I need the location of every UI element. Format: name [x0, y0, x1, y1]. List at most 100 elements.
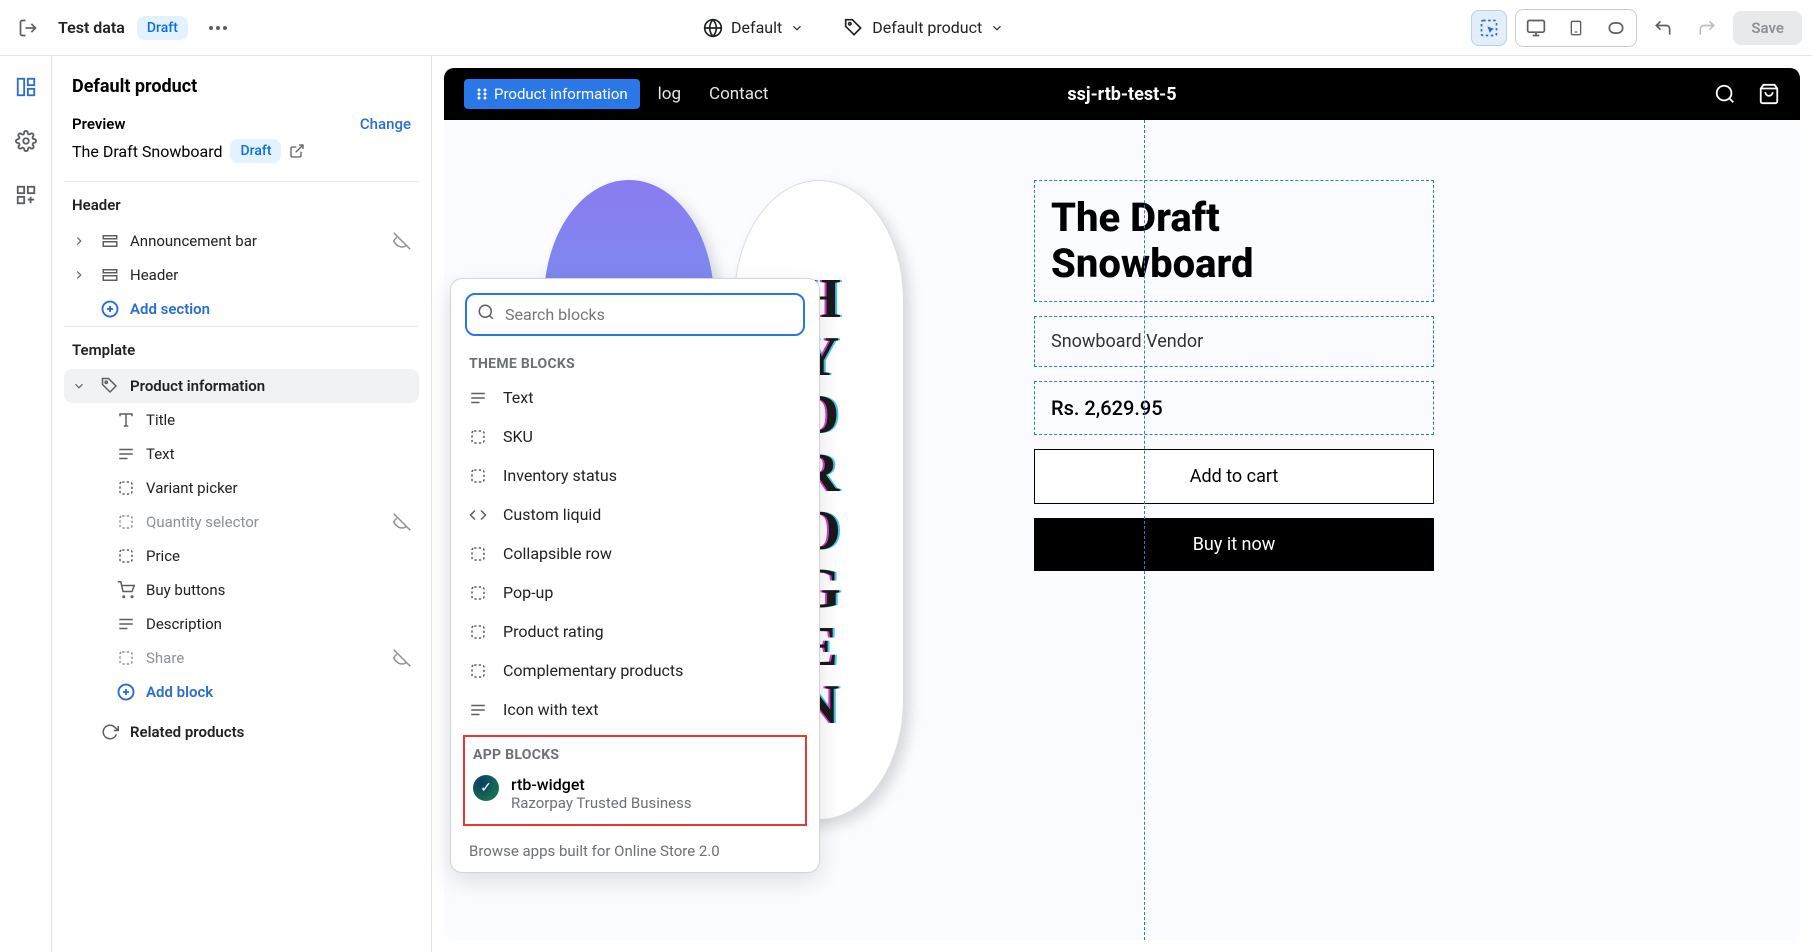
fullscreen-view-button[interactable] [1596, 10, 1636, 46]
block-option-text[interactable]: Text [451, 378, 819, 417]
left-nav-rail [0, 56, 52, 952]
preview-label: Preview [72, 115, 125, 133]
redo-button[interactable] [1689, 10, 1725, 46]
undo-button[interactable] [1645, 10, 1681, 46]
variant-block-item[interactable]: Variant picker [64, 471, 419, 505]
text-block-item[interactable]: Text [64, 437, 419, 471]
announcement-bar-item[interactable]: Announcement bar [64, 224, 419, 258]
header-item[interactable]: Header [64, 258, 419, 292]
app-blocks-header: APP BLOCKS [465, 743, 805, 769]
price-icon [116, 547, 136, 565]
price-block-item[interactable]: Price [64, 539, 419, 573]
refresh-icon [100, 723, 120, 741]
site-header: Product information log Contact ssj-rtb-… [444, 68, 1800, 120]
block-search-input[interactable] [465, 293, 805, 336]
text-icon [469, 701, 489, 719]
section-icon [100, 266, 120, 284]
alignment-guide [1144, 120, 1145, 940]
product-vendor: Snowboard Vendor [1051, 331, 1417, 352]
drag-icon [476, 87, 488, 101]
buy-now-button[interactable]: Buy it now [1034, 518, 1434, 571]
hidden-icon[interactable] [393, 513, 411, 531]
chevron-down-icon [790, 21, 804, 35]
product-price: Rs. 2,629.95 [1051, 396, 1417, 420]
inspector-toggle[interactable] [1471, 10, 1507, 46]
buy-block-item[interactable]: Buy buttons [64, 573, 419, 607]
section-icon [100, 232, 120, 250]
share-block-item[interactable]: Share [64, 641, 419, 675]
desktop-view-button[interactable] [1516, 10, 1556, 46]
product-title: The Draft Snowboard [1051, 195, 1417, 287]
nav-log[interactable]: log [658, 84, 681, 104]
product-info-column: The Draft Snowboard Snowboard Vendor Rs.… [1034, 180, 1434, 880]
quantity-icon [116, 513, 136, 531]
box-icon [469, 545, 489, 563]
title-icon [116, 411, 136, 429]
template-dropdown[interactable]: Default product [844, 18, 1004, 38]
apps-nav-icon[interactable] [13, 182, 39, 208]
add-block-button[interactable]: Add block [64, 675, 419, 709]
app-logo-icon: ✓ [473, 775, 499, 801]
top-toolbar: Test data Draft Default Default product … [0, 0, 1812, 56]
store-name: ssj-rtb-test-5 [1067, 84, 1176, 105]
external-link-icon[interactable] [289, 143, 305, 159]
box-icon [469, 584, 489, 602]
chevron-down-icon [990, 21, 1004, 35]
template-section-label: Template [64, 326, 419, 369]
block-option-collapsible[interactable]: Collapsible row [451, 534, 819, 573]
hidden-icon[interactable] [393, 649, 411, 667]
device-preview-group [1515, 9, 1637, 47]
nav-contact[interactable]: Contact [709, 84, 768, 104]
block-option-sku[interactable]: SKU [451, 417, 819, 456]
header-section-label: Header [64, 181, 419, 224]
code-icon [469, 506, 489, 524]
preview-draft-badge: Draft [230, 139, 281, 163]
box-icon [469, 623, 489, 641]
bag-icon[interactable] [1758, 83, 1780, 105]
exit-button[interactable] [10, 10, 46, 46]
browse-apps-link[interactable]: Browse apps built for Online Store 2.0 [451, 832, 819, 862]
text-icon [469, 389, 489, 407]
sidebar-title: Default product [64, 76, 419, 115]
title-block-item[interactable]: Title [64, 403, 419, 437]
preview-product-name: The Draft Snowboard [72, 142, 222, 161]
app-blocks-highlight: APP BLOCKS ✓ rtb-widget Razorpay Trusted… [463, 735, 807, 826]
product-info-chip[interactable]: Product information [464, 79, 640, 109]
text-icon [116, 615, 136, 633]
sections-nav-icon[interactable] [13, 74, 39, 100]
description-block-item[interactable]: Description [64, 607, 419, 641]
block-option-popup[interactable]: Pop-up [451, 573, 819, 612]
draft-badge: Draft [137, 16, 188, 40]
settings-nav-icon[interactable] [13, 128, 39, 154]
globe-icon [703, 18, 723, 38]
block-option-inventory[interactable]: Inventory status [451, 456, 819, 495]
block-option-rating[interactable]: Product rating [451, 612, 819, 651]
variant-icon [116, 479, 136, 497]
save-button[interactable]: Save [1733, 11, 1802, 45]
add-to-cart-button[interactable]: Add to cart [1034, 449, 1434, 504]
share-icon [116, 649, 136, 667]
search-icon[interactable] [1714, 83, 1736, 105]
change-preview-link[interactable]: Change [360, 115, 411, 133]
mobile-view-button[interactable] [1556, 10, 1596, 46]
app-block-rtb[interactable]: ✓ rtb-widget Razorpay Trusted Business [465, 769, 805, 818]
page-title: Test data [58, 18, 125, 37]
theme-blocks-header: THEME BLOCKS [451, 346, 819, 378]
section-tree-panel: Default product Preview Change The Draft… [52, 56, 432, 952]
block-option-icon-text[interactable]: Icon with text [451, 690, 819, 729]
tag-icon [844, 18, 864, 38]
search-icon [477, 303, 495, 321]
box-icon [469, 428, 489, 446]
text-icon [116, 445, 136, 463]
box-icon [469, 662, 489, 680]
block-option-complementary[interactable]: Complementary products [451, 651, 819, 690]
language-dropdown[interactable]: Default [703, 18, 804, 38]
box-icon [469, 467, 489, 485]
add-section-button[interactable]: Add section [64, 292, 419, 326]
hidden-icon[interactable] [393, 232, 411, 250]
block-option-liquid[interactable]: Custom liquid [451, 495, 819, 534]
more-menu-button[interactable] [200, 10, 236, 46]
quantity-block-item[interactable]: Quantity selector [64, 505, 419, 539]
product-information-item[interactable]: Product information [64, 369, 419, 403]
related-products-item[interactable]: . Related products [64, 715, 419, 749]
